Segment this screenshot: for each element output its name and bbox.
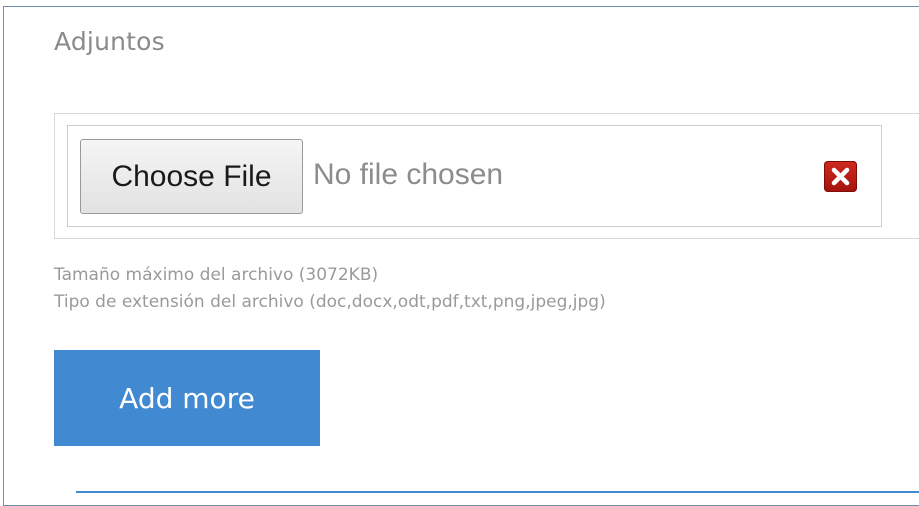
file-status-text: No file chosen (313, 158, 504, 191)
choose-file-button[interactable]: Choose File (80, 139, 303, 214)
close-icon (831, 167, 850, 186)
divider (76, 491, 919, 493)
add-more-button[interactable]: Add more (54, 350, 320, 446)
section-title: Adjuntos (54, 27, 165, 56)
max-size-hint: Tamaño máximo del archivo (3072KB) (54, 265, 379, 285)
remove-attachment-button[interactable] (824, 161, 857, 192)
extension-hint: Tipo de extensión del archivo (doc,docx,… (54, 292, 606, 312)
